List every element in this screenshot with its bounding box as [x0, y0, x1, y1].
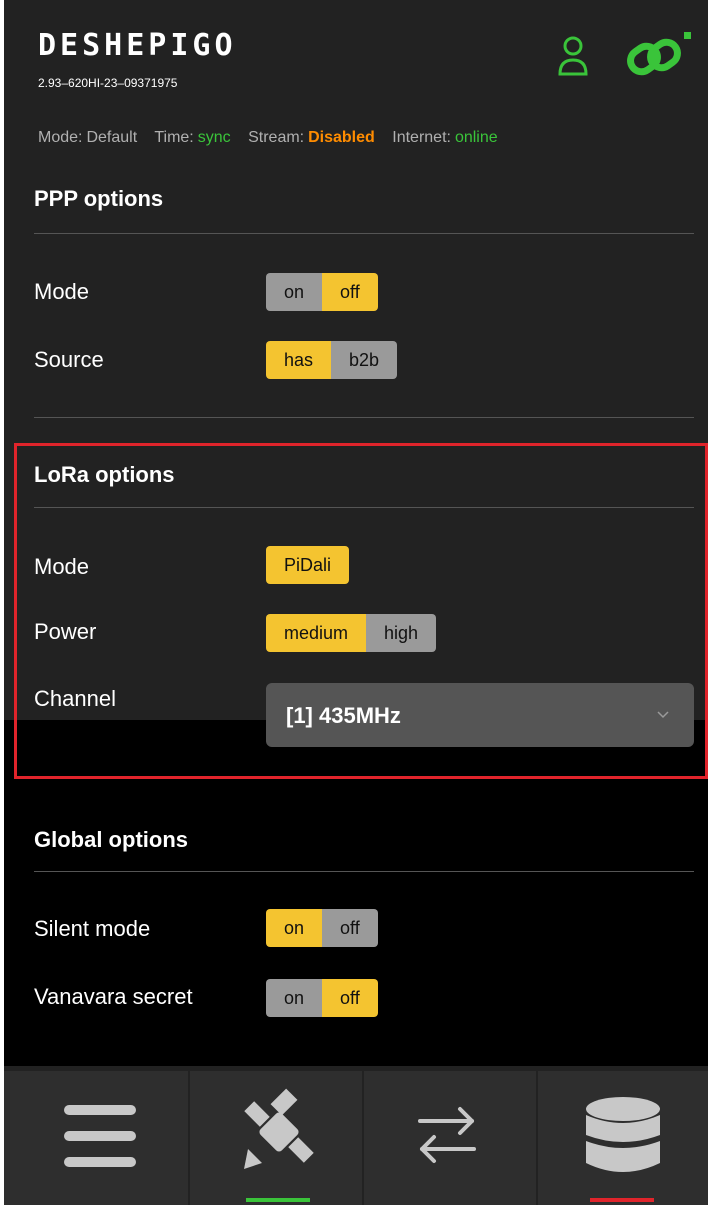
ppp-source-toggle: has b2b — [266, 341, 398, 379]
ppp-source-has[interactable]: has — [266, 341, 332, 379]
frame-left — [0, 0, 4, 1205]
status-mode-label: Mode: — [38, 129, 83, 146]
silent-mode-label: Silent mode — [34, 916, 151, 941]
ppp-mode-label: Mode — [34, 279, 90, 304]
ppp-source-b2b[interactable]: b2b — [331, 341, 398, 379]
divider — [34, 871, 694, 872]
nav-transfer[interactable] — [364, 1071, 538, 1205]
user-icon[interactable] — [558, 36, 588, 78]
status-stream-label: Stream: — [248, 129, 305, 146]
silent-mode-on[interactable]: on — [266, 909, 323, 947]
status-time-value: sync — [197, 129, 231, 146]
header: DESHEPIGO 2.93–620HI-23–09371975 Mode: De… — [4, 0, 708, 160]
divider — [34, 417, 694, 418]
divider — [34, 233, 694, 234]
nav-active-indicator — [246, 1198, 310, 1202]
satellite-icon — [244, 1088, 314, 1169]
silent-mode-toggle: on off — [266, 909, 378, 947]
ppp-mode-toggle: on off — [266, 273, 378, 311]
nav-menu[interactable] — [4, 1071, 190, 1205]
status-mode-value: Default — [86, 129, 138, 146]
status-time-label: Time: — [154, 129, 194, 146]
logo: DESHEPIGO — [38, 28, 237, 63]
nav-satellite[interactable] — [190, 1071, 364, 1205]
vanavara-on[interactable]: on — [266, 979, 323, 1017]
nav-database[interactable] — [538, 1071, 708, 1205]
frame-right — [708, 0, 712, 1205]
ppp-section-title: PPP options — [34, 186, 164, 211]
status-stream-value: Disabled — [308, 129, 375, 146]
link-icon[interactable] — [624, 30, 694, 84]
ppp-mode-on[interactable]: on — [266, 273, 323, 311]
ppp-mode-off[interactable]: off — [322, 273, 378, 311]
status-internet-label: Internet: — [392, 129, 451, 146]
menu-icon — [64, 1105, 136, 1167]
global-section-title: Global options — [34, 827, 188, 852]
app-root: DESHEPIGO 2.93–620HI-23–09371975 Mode: De… — [0, 0, 712, 1205]
lora-highlight-box — [14, 443, 708, 779]
vanavara-label: Vanavara secret — [34, 984, 193, 1009]
silent-mode-off[interactable]: off — [322, 909, 378, 947]
device-serial: 2.93–620HI-23–09371975 — [38, 76, 178, 90]
nav-alert-indicator — [590, 1198, 654, 1202]
ppp-source-label: Source — [34, 347, 104, 372]
transfer-icon — [418, 1107, 476, 1163]
vanavara-off[interactable]: off — [322, 979, 378, 1017]
bottom-nav — [4, 1066, 708, 1205]
database-icon — [586, 1097, 660, 1172]
status-bar: Mode: Default Time: sync Stream: Disabled I… — [38, 129, 511, 147]
vanavara-toggle: on off — [266, 979, 378, 1017]
status-internet-value: online — [454, 129, 498, 146]
